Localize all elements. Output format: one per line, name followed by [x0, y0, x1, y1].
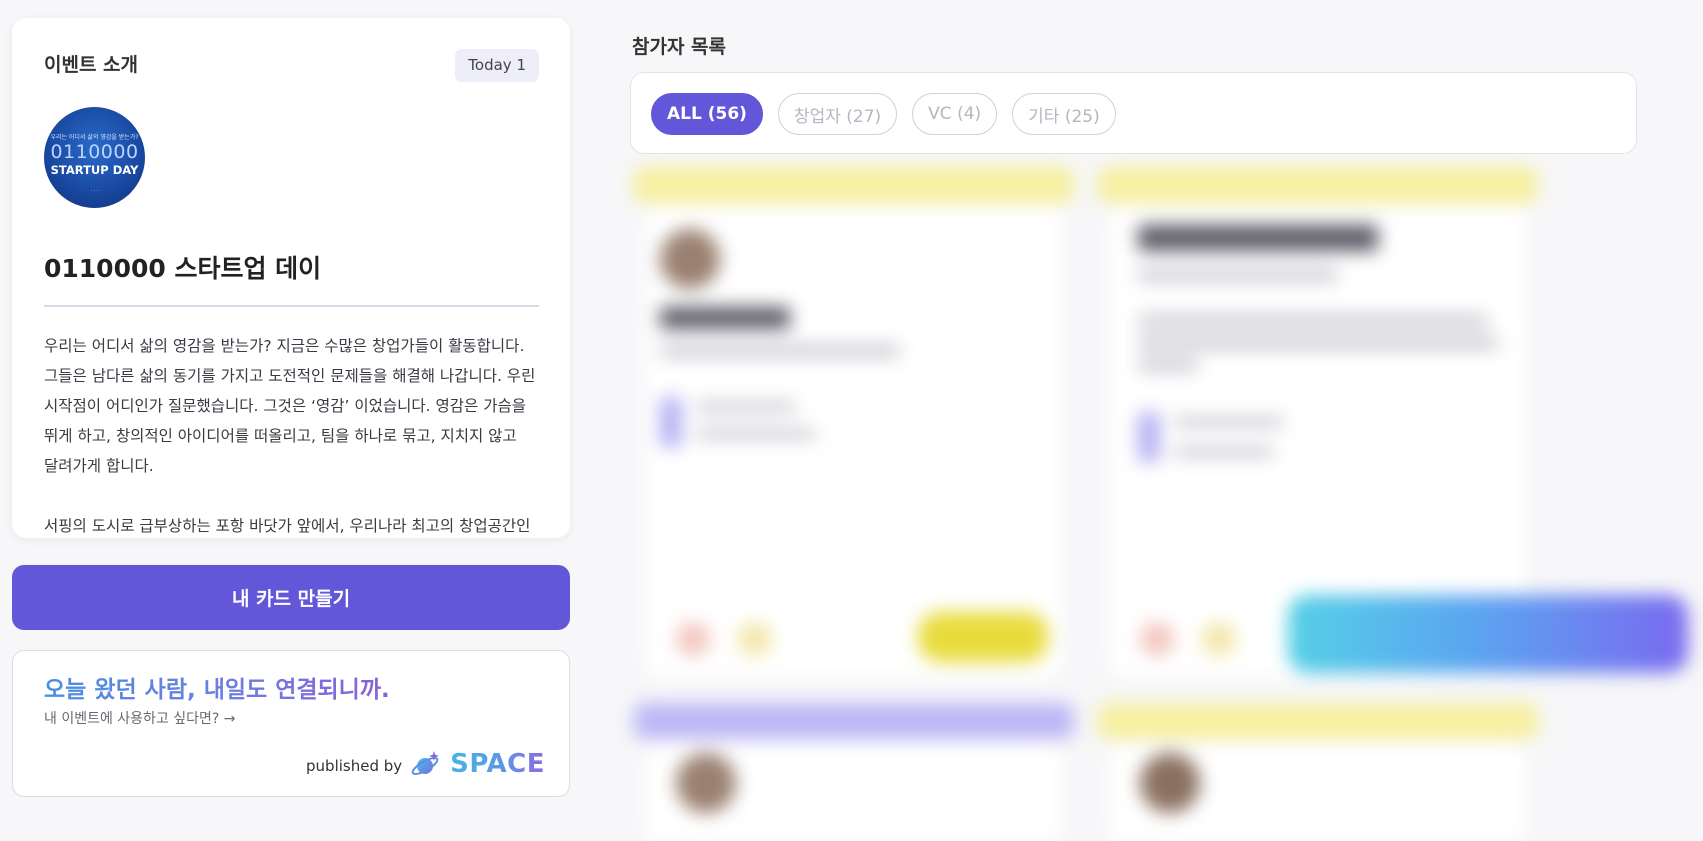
blurred-line: [696, 429, 816, 439]
participant-card-grid: [620, 155, 1703, 841]
space-brand-logo[interactable]: SPACE: [450, 749, 545, 779]
card-color-band: [1098, 167, 1538, 203]
blurred-line: [1138, 337, 1498, 349]
event-divider: [44, 305, 539, 307]
filter-chip-all[interactable]: ALL (56): [651, 93, 763, 135]
participant-avatar: [1140, 753, 1200, 813]
blurred-dot: [676, 622, 710, 656]
space-promo-card: 오늘 왔던 사람, 내일도 연결되니까. 내 이벤트에 사용하고 싶다면? → …: [12, 650, 570, 797]
event-logo-footer: · · ·: [90, 188, 99, 194]
event-intro-card: 이벤트 소개 Today 1 우리는 어디서 삶의 영감을 받는가? 01100…: [12, 18, 570, 538]
filter-chip-founder[interactable]: 창업자 (27): [777, 93, 898, 135]
blurred-line: [1138, 269, 1338, 281]
event-logo: 우리는 어디서 삶의 영감을 받는가? 0110000 STARTUP DAY …: [44, 107, 145, 208]
use-for-my-event-link[interactable]: 내 이벤트에 사용하고 싶다면? →: [44, 708, 236, 728]
participants-title: 참가자 목록: [632, 36, 727, 58]
event-logo-tagline: 우리는 어디서 삶의 영감을 받는가?: [50, 134, 139, 141]
blurred-button: [918, 612, 1048, 662]
create-my-card-button[interactable]: 내 카드 만들기: [12, 565, 570, 630]
participant-card[interactable]: [646, 207, 1062, 677]
blurred-tag: [660, 397, 682, 447]
card-color-band: [634, 703, 1074, 739]
blurred-floating-banner[interactable]: [1288, 595, 1688, 673]
published-by-row: published by SPACE: [306, 748, 545, 780]
participant-filter-bar: ALL (56) 창업자 (27) VC (4) 기타 (25): [630, 72, 1637, 154]
participant-avatar: [676, 753, 736, 813]
blurred-name: [1138, 225, 1378, 251]
published-by-label: published by: [306, 757, 403, 775]
card-color-band: [634, 167, 1074, 203]
blurred-line: [696, 402, 796, 412]
blurred-dot: [1202, 622, 1236, 656]
blurred-line: [1174, 447, 1274, 457]
participant-avatar: [660, 229, 720, 289]
event-description-paragraph: 우리는 어디서 삶의 영감을 받는가? 지금은 수많은 창업가들이 활동합니다.…: [44, 337, 536, 475]
space-planet-icon: [411, 751, 440, 776]
event-title: 0110000 스타트업 데이: [44, 254, 322, 283]
blurred-line: [1174, 417, 1284, 427]
promo-headline: 오늘 왔던 사람, 내일도 연결되니까.: [44, 670, 390, 704]
event-description: 우리는 어디서 삶의 영감을 받는가? 지금은 수많은 창업가들이 활동합니다.…: [44, 331, 539, 538]
filter-chip-other[interactable]: 기타 (25): [1012, 93, 1116, 135]
event-logo-word: STARTUP DAY: [50, 163, 139, 177]
blurred-dot: [1140, 622, 1174, 656]
blurred-dot: [738, 622, 772, 656]
blurred-line: [1138, 359, 1198, 371]
blurred-name: [660, 307, 790, 329]
event-description-paragraph: 서핑의 도시로 급부상하는 포항 바닷가 앞에서, 우리나라 최고의 창업공간인…: [44, 517, 531, 535]
blurred-line: [1138, 315, 1488, 327]
card-color-band: [1098, 703, 1538, 739]
participant-card[interactable]: [1110, 745, 1526, 841]
blurred-tag: [1138, 412, 1160, 462]
blurred-line: [660, 345, 900, 357]
event-logo-number: 0110000: [50, 141, 139, 163]
filter-chip-vc[interactable]: VC (4): [912, 93, 998, 135]
event-section-label: 이벤트 소개: [44, 54, 139, 76]
participant-card[interactable]: [646, 745, 1062, 841]
today-visitors-badge: Today 1: [455, 49, 539, 82]
